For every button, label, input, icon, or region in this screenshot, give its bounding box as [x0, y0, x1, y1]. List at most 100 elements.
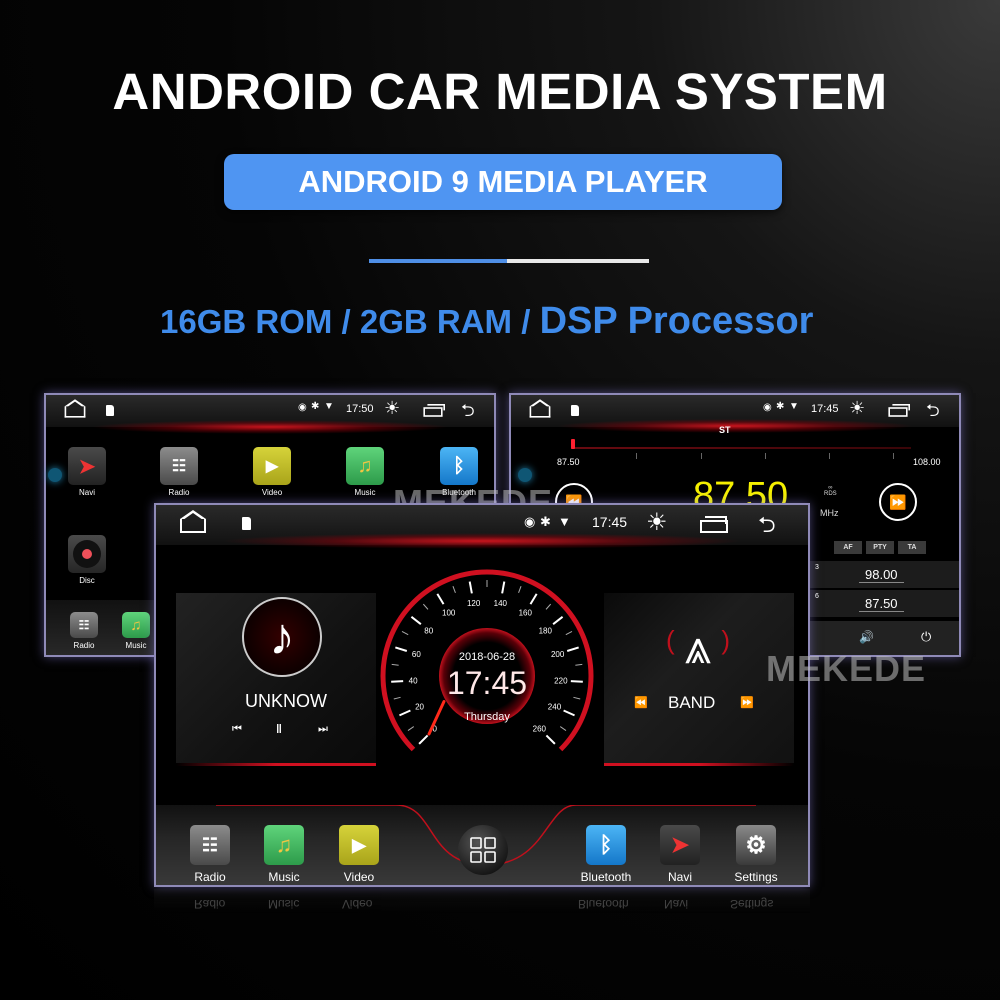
- track-title: UNKNOW: [245, 691, 327, 711]
- ta-button[interactable]: TA: [898, 541, 926, 554]
- home-icon: [64, 399, 86, 418]
- wifi-icon: ▼: [558, 514, 571, 529]
- next-icon: ⏭: [318, 723, 328, 735]
- all-apps-button[interactable]: [458, 825, 508, 875]
- recent-apps-button[interactable]: [423, 404, 446, 417]
- seek-forward-button[interactable]: ⏩: [879, 483, 917, 521]
- power-icon: ⏻: [921, 629, 932, 644]
- brightness-icon: ☀: [849, 398, 866, 418]
- back-button[interactable]: ⮌: [461, 398, 475, 427]
- gauge-tick: [436, 593, 445, 605]
- dock-reflection: Radio Music Video Bluetooth Navi Setting…: [154, 889, 810, 913]
- clock-date: 2018-06-28: [458, 651, 516, 663]
- location-icon: ◉: [763, 402, 772, 413]
- gauge-tick: [518, 586, 522, 593]
- location-icon: ◉: [524, 514, 536, 529]
- band-next-button[interactable]: ⏩: [740, 696, 754, 709]
- volume-button[interactable]: 🔊: [859, 630, 874, 644]
- tuning-scale[interactable]: [571, 447, 911, 449]
- radio-icon: ☷: [70, 612, 98, 638]
- brightness-button[interactable]: ☀: [384, 398, 400, 419]
- gauge-tick: [565, 630, 573, 636]
- brightness-icon: ☀: [646, 509, 668, 536]
- page-title: ANDROID CAR MEDIA SYSTEM: [112, 63, 888, 120]
- divider-blue: [369, 259, 507, 263]
- gauge-tick: [501, 581, 506, 594]
- divider-white: [507, 259, 649, 263]
- home-button[interactable]: [527, 399, 553, 419]
- gauge-tick-label: 260: [533, 724, 547, 733]
- settings-icon: ⚙: [736, 825, 776, 865]
- music-note-icon: ♪: [242, 597, 322, 677]
- preset-item[interactable]: 6 87.50: [809, 590, 959, 618]
- radio-icon: ☷: [160, 447, 198, 485]
- recent-apps-button[interactable]: [700, 516, 728, 533]
- pause-icon: ‖: [276, 722, 282, 736]
- dock-radio[interactable]: ☷ Radio: [186, 825, 234, 884]
- music-icon: ♫: [122, 612, 150, 638]
- dock-radio[interactable]: ☷ Radio: [66, 612, 102, 650]
- recent-apps-icon: [423, 404, 446, 417]
- tuning-marker[interactable]: [571, 439, 575, 449]
- band-prev-button[interactable]: ⏪: [634, 696, 648, 709]
- previous-button[interactable]: ⏮: [232, 723, 242, 736]
- specs-memory: 16GB ROM / 2GB RAM /: [160, 303, 540, 340]
- gauge-tick-label: 100: [442, 609, 456, 618]
- status-bar: ◉ ✱ ▼ 17:45 ☀ ⮌: [156, 505, 808, 549]
- app-navi[interactable]: ➤ Navi: [64, 447, 110, 497]
- gauge-tick: [401, 630, 409, 636]
- video-icon: ▶: [253, 447, 291, 485]
- brightness-button[interactable]: ☀: [646, 508, 668, 537]
- brightness-icon: ☀: [384, 398, 401, 418]
- gauge-tick: [552, 616, 564, 625]
- home-button[interactable]: [180, 510, 206, 533]
- gauge-tick-label: 160: [519, 609, 533, 618]
- gauge-tick: [407, 726, 415, 731]
- next-button[interactable]: ⏭: [318, 723, 328, 736]
- gauge-tick-label: 140: [494, 599, 508, 608]
- dock-video[interactable]: ▶ Video: [335, 825, 383, 884]
- gauge-tick: [545, 734, 556, 745]
- gauge-tick-label: 120: [467, 599, 481, 608]
- subtitle-badge: ANDROID 9 MEDIA PLAYER: [224, 154, 782, 210]
- recent-apps-button[interactable]: [888, 404, 910, 417]
- clock-time: 17:45: [446, 665, 528, 701]
- dock-music[interactable]: ♫ Music: [118, 612, 154, 650]
- range-max: 108.00: [913, 457, 941, 467]
- rewind-icon: ⏪: [634, 697, 648, 709]
- sd-card-icon: [571, 405, 579, 416]
- grid-icon: [470, 837, 496, 863]
- power-button[interactable]: ⏻: [921, 629, 931, 645]
- glow-dot: [48, 468, 62, 482]
- dock-navi[interactable]: ➤ Navi: [656, 825, 704, 884]
- back-icon: ⮌: [926, 401, 940, 420]
- app-video[interactable]: ▶ Video: [249, 447, 295, 497]
- app-radio[interactable]: ☷ Radio: [156, 447, 202, 497]
- pty-button[interactable]: PTY: [866, 541, 894, 554]
- app-disc[interactable]: Disc: [64, 535, 110, 585]
- dock-music[interactable]: ♫ Music: [260, 825, 308, 884]
- gauge-tick: [559, 726, 567, 731]
- app-music[interactable]: ♫ Music: [342, 447, 388, 497]
- clock-speedometer-widget[interactable]: 0 20 40 60 80 100 120 140 160 180 200 220 240 260 201…: [374, 563, 600, 773]
- stereo-indicator: ST: [719, 425, 731, 435]
- frequency-unit: MHz: [820, 508, 839, 518]
- gauge-tick: [418, 734, 429, 745]
- back-button[interactable]: ⮌: [926, 398, 940, 427]
- preset-item[interactable]: 3 98.00: [809, 561, 959, 589]
- dock-settings[interactable]: ⚙ Settings: [728, 825, 784, 884]
- music-widget[interactable]: ♪ UNKNOW ⏮ ‖ ⏭: [176, 593, 376, 763]
- home-button[interactable]: [62, 399, 88, 419]
- back-button[interactable]: ⮌: [758, 508, 776, 546]
- home-icon: [180, 510, 206, 533]
- fast-forward-icon: ⏩: [740, 697, 754, 709]
- dock-bluetooth[interactable]: ᛒ Bluetooth: [576, 825, 636, 884]
- pause-button[interactable]: ‖: [276, 722, 282, 736]
- watermark: MEKEDE: [766, 648, 927, 689]
- brightness-button[interactable]: ☀: [849, 398, 865, 419]
- status-time: 17:45: [811, 403, 839, 415]
- video-icon: ▶: [339, 825, 379, 865]
- music-icon: ♫: [264, 825, 304, 865]
- rds-icon: ∞ RDS: [824, 485, 837, 497]
- af-button[interactable]: AF: [834, 541, 862, 554]
